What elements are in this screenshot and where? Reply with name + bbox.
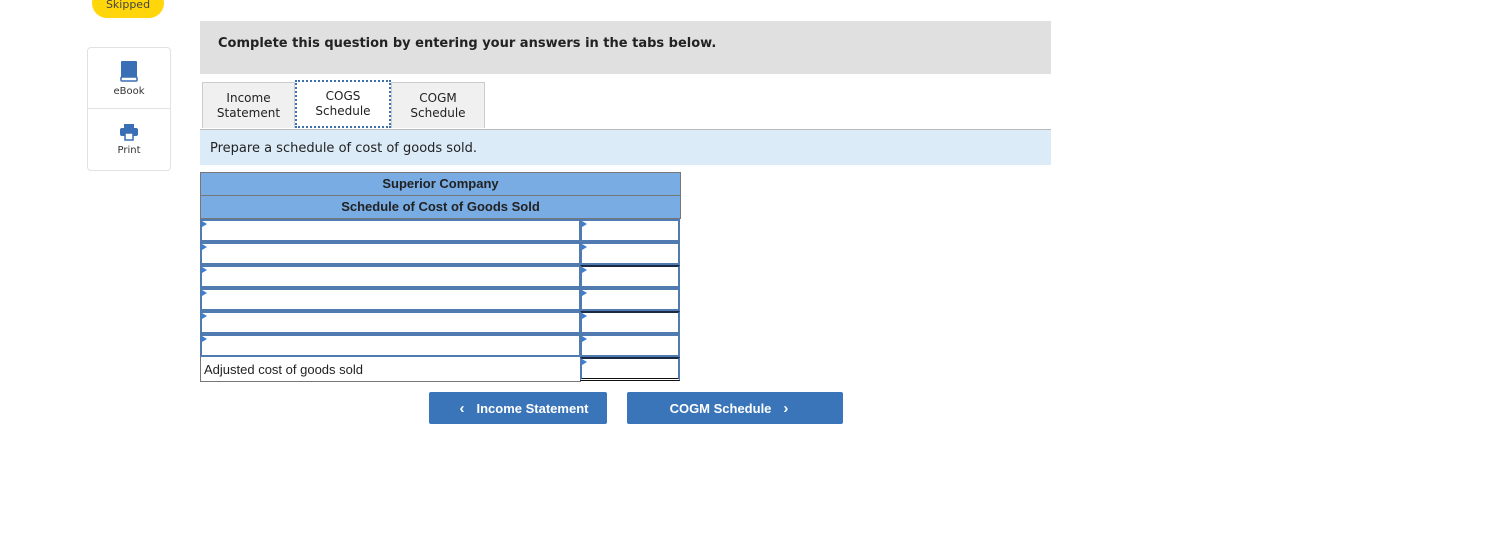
dropdown-flag-icon xyxy=(202,221,207,227)
dropdown-flag-icon xyxy=(582,290,587,296)
chevron-left-icon: ‹ xyxy=(459,399,465,417)
tab-label-line2: Schedule xyxy=(410,105,466,120)
total-amount-input[interactable] xyxy=(580,357,680,381)
next-cogm-schedule-button[interactable]: COGM Schedule › xyxy=(627,392,843,424)
amount-input[interactable] xyxy=(580,311,680,334)
schedule-row xyxy=(200,288,681,311)
tab-label-line2: Schedule xyxy=(315,104,371,118)
line-item-select[interactable] xyxy=(200,219,581,242)
amount-input[interactable] xyxy=(580,334,680,357)
total-label-cell: Adjusted cost of goods sold xyxy=(200,357,581,382)
instruction-banner: Complete this question by entering your … xyxy=(200,21,1051,74)
prev-button-label: Income Statement xyxy=(476,400,589,416)
prompt-banner: Prepare a schedule of cost of goods sold… xyxy=(200,130,1051,165)
amount-input[interactable] xyxy=(580,265,680,288)
dropdown-flag-icon xyxy=(582,221,587,227)
schedule-row xyxy=(200,311,681,334)
line-item-select[interactable] xyxy=(200,288,581,311)
tab-label-line2: Statement xyxy=(216,105,281,120)
tab-cogs-schedule[interactable]: COGS Schedule xyxy=(295,80,391,128)
book-icon xyxy=(120,60,138,82)
prompt-text: Prepare a schedule of cost of goods sold… xyxy=(210,141,478,156)
schedule-row xyxy=(200,219,681,242)
line-item-select[interactable] xyxy=(200,334,581,357)
amount-input[interactable] xyxy=(580,219,680,242)
dropdown-flag-icon xyxy=(202,290,207,296)
amount-input[interactable] xyxy=(580,288,680,311)
tab-label-line1: Income xyxy=(226,90,271,105)
schedule-row xyxy=(200,334,681,357)
schedule-title-header: Schedule of Cost of Goods Sold xyxy=(200,196,681,219)
ebook-button[interactable]: eBook xyxy=(88,48,170,108)
dropdown-flag-icon xyxy=(202,336,207,342)
dropdown-flag-icon xyxy=(582,244,587,250)
next-button-label: COGM Schedule xyxy=(669,400,772,416)
printer-icon xyxy=(120,123,138,141)
dropdown-flag-icon xyxy=(202,267,207,273)
dropdown-flag-icon xyxy=(582,267,587,273)
dropdown-flag-icon xyxy=(582,336,587,342)
tab-label-line1: COGS xyxy=(325,89,361,103)
cogs-schedule-table: Superior Company Schedule of Cost of Goo… xyxy=(200,172,681,382)
amount-input[interactable] xyxy=(580,242,680,265)
tab-income-statement[interactable]: Income Statement xyxy=(202,82,295,128)
dropdown-flag-icon xyxy=(582,313,587,319)
tab-label-line1: COGM xyxy=(419,90,457,105)
line-item-select[interactable] xyxy=(200,265,581,288)
schedule-row xyxy=(200,242,681,265)
line-item-select[interactable] xyxy=(200,311,581,334)
total-row: Adjusted cost of goods sold xyxy=(200,357,681,382)
company-name-header: Superior Company xyxy=(200,172,681,196)
dropdown-flag-icon xyxy=(202,313,207,319)
ebook-label: eBook xyxy=(113,85,145,97)
print-label: Print xyxy=(117,144,141,156)
dropdown-flag-icon xyxy=(582,359,587,365)
print-button[interactable]: Print xyxy=(88,108,170,169)
prev-income-statement-button[interactable]: ‹ Income Statement xyxy=(429,392,607,424)
tab-bar: Income Statement COGS Schedule COGM Schedul… xyxy=(200,80,1051,130)
schedule-row xyxy=(200,265,681,288)
status-badge: Skipped xyxy=(92,0,164,18)
instruction-text: Complete this question by entering your … xyxy=(218,36,717,51)
tab-cogm-schedule[interactable]: COGM Schedule xyxy=(391,82,485,128)
line-item-select[interactable] xyxy=(200,242,581,265)
total-label: Adjusted cost of goods sold xyxy=(204,362,363,377)
dropdown-flag-icon xyxy=(202,244,207,250)
chevron-right-icon: › xyxy=(783,399,789,417)
side-tools: eBook Print xyxy=(87,47,171,171)
